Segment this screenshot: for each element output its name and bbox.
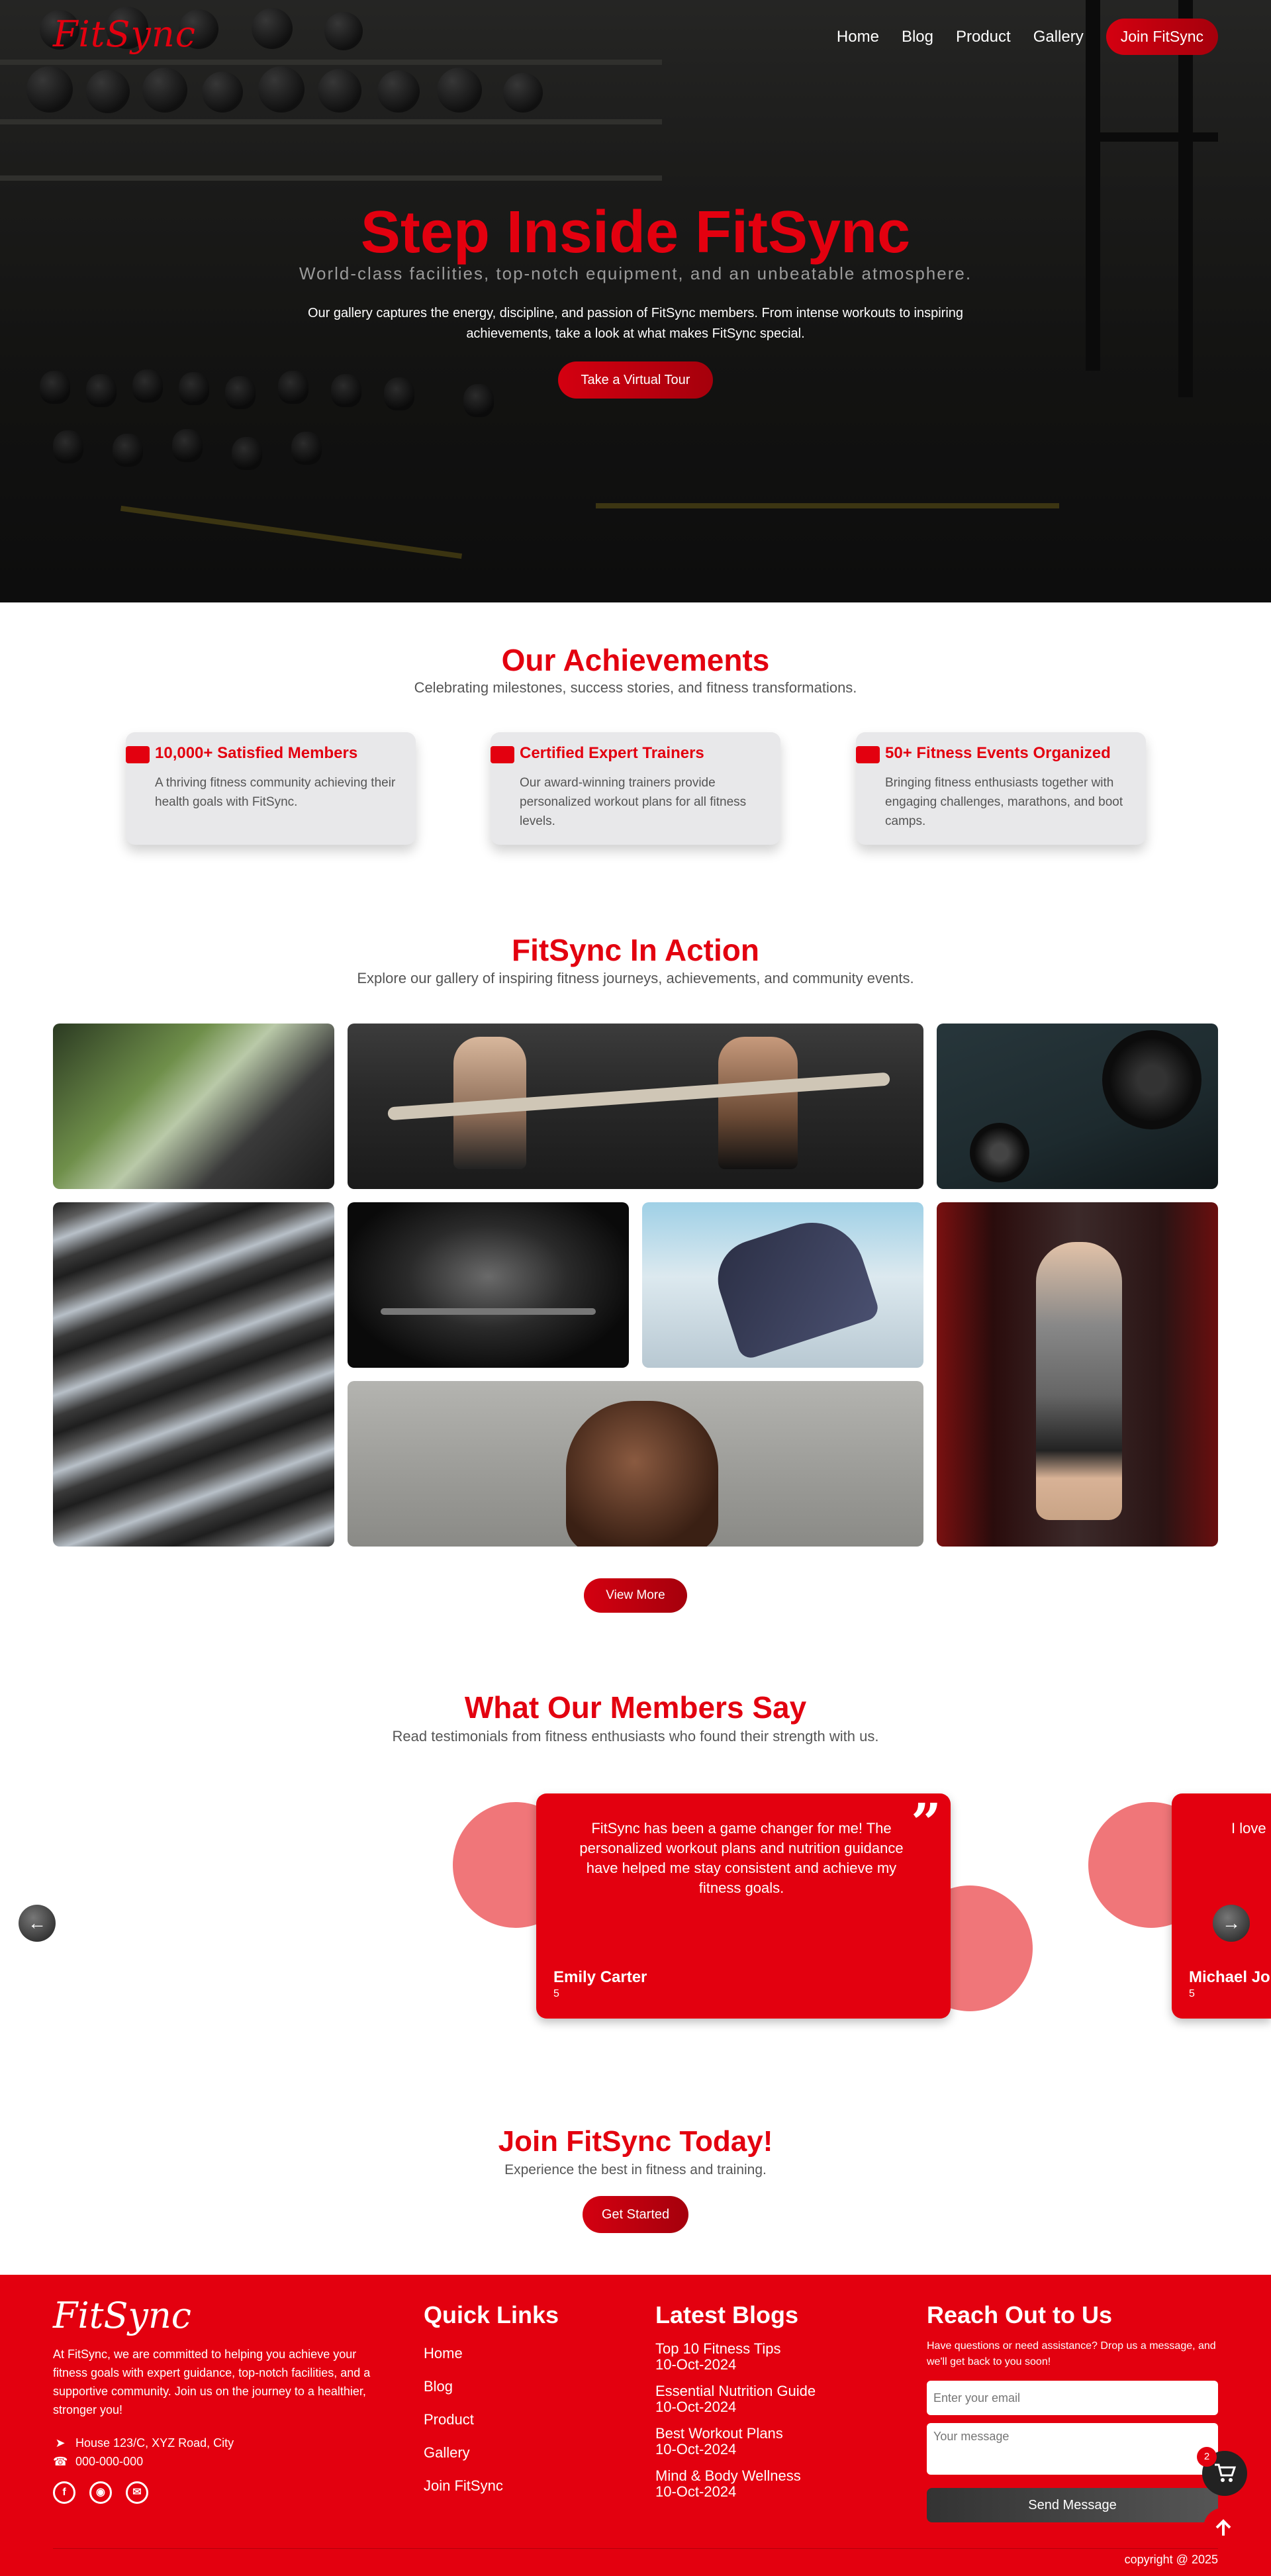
hero-subtitle: World-class facilities, top-notch equipm… — [299, 263, 972, 283]
navbar: FitSync Home Blog Product Gallery Join F… — [0, 0, 1271, 73]
logo[interactable]: FitSync — [53, 13, 196, 55]
flag-icon — [856, 746, 880, 763]
blog-item[interactable]: Essential Nutrition Guide 10-Oct-2024 — [655, 2383, 816, 2415]
reach-out-text: Have questions or need assistance? Drop … — [927, 2340, 1216, 2367]
email-field[interactable] — [927, 2381, 1218, 2415]
testimonial-card: ” FitSync has been a game changer for me… — [536, 1793, 951, 2019]
testimonial-card: I love being part of FitSync. T Michael … — [1172, 1793, 1271, 2019]
blog-item[interactable]: Top 10 Fitness Tips 10-Oct-2024 — [655, 2341, 781, 2373]
flag-icon — [126, 746, 150, 763]
gallery-image-battle-ropes[interactable] — [348, 1024, 923, 1189]
nav-product[interactable]: Product — [956, 28, 1011, 46]
phone-icon: ☎ — [53, 2455, 68, 2468]
footer-divider — [53, 2548, 1218, 2549]
gallery-image-muscle-man[interactable] — [348, 1381, 923, 1547]
achievement-card: 50+ Fitness Events Organized Bringing fi… — [856, 732, 1146, 845]
nav-home[interactable]: Home — [837, 28, 879, 46]
arrow-up-icon — [1215, 2519, 1231, 2536]
hero-section — [0, 0, 1271, 602]
achievement-title: Certified Expert Trainers — [520, 744, 704, 762]
testimonial-text: I love being part of FitSync. T — [1231, 1820, 1271, 1837]
achievement-title: 10,000+ Satisfied Members — [155, 744, 358, 762]
virtual-tour-button[interactable]: Take a Virtual Tour — [558, 361, 713, 399]
footer: FitSync At FitSync, we are committed to … — [0, 2275, 1271, 2576]
gallery-image-woman-training[interactable] — [642, 1202, 923, 1368]
blog-item[interactable]: Best Workout Plans 10-Oct-2024 — [655, 2426, 783, 2457]
gallery-image-barbell[interactable] — [937, 1024, 1218, 1189]
cart-icon — [1215, 2463, 1236, 2482]
send-message-button[interactable]: Send Message — [927, 2488, 1218, 2522]
footer-link-home[interactable]: Home — [424, 2345, 463, 2362]
scroll-to-top-button[interactable] — [1203, 2508, 1243, 2548]
achievements-title: Our Achievements — [501, 643, 770, 677]
view-more-button[interactable]: View More — [584, 1578, 687, 1613]
achievement-text: Our award-winning trainers provide perso… — [520, 776, 747, 828]
footer-link-gallery[interactable]: Gallery — [424, 2444, 470, 2461]
copyright: copyright @ 2025 — [1124, 2553, 1218, 2566]
cta-title: Join FitSync Today! — [498, 2125, 773, 2158]
nav-gallery[interactable]: Gallery — [1033, 28, 1084, 46]
achievement-card: 10,000+ Satisfied Members A thriving fit… — [126, 732, 416, 845]
location-arrow-icon: ➤ — [55, 2436, 66, 2450]
facebook-icon[interactable]: f — [53, 2481, 75, 2504]
testimonial-text: FitSync has been a game changer for me! … — [579, 1820, 904, 1896]
achievement-text: A thriving fitness community achieving t… — [155, 776, 396, 809]
footer-link-blog[interactable]: Blog — [424, 2378, 453, 2395]
testimonials-title: What Our Members Say — [464, 1690, 807, 1725]
get-started-button[interactable]: Get Started — [583, 2196, 688, 2233]
message-field[interactable] — [927, 2423, 1218, 2475]
quick-links-title: Quick Links — [424, 2301, 559, 2328]
achievement-text: Bringing fitness enthusiasts together wi… — [885, 776, 1123, 828]
gallery-image-kettlebell-woman[interactable] — [937, 1202, 1218, 1547]
footer-phone: ☎ 000-000-000 — [53, 2455, 144, 2468]
achievements-subtitle: Celebrating milestones, success stories,… — [414, 679, 857, 696]
achievement-title: 50+ Fitness Events Organized — [885, 744, 1111, 762]
nav-menu: Home Blog Product Gallery Join FitSync — [837, 19, 1218, 55]
instagram-icon[interactable]: ◉ — [89, 2481, 112, 2504]
flag-icon — [491, 746, 514, 763]
cta-subtitle: Experience the best in fitness and train… — [504, 2162, 767, 2177]
latest-blogs-title: Latest Blogs — [655, 2301, 799, 2328]
join-button[interactable]: Join FitSync — [1106, 19, 1218, 55]
next-arrow-icon[interactable]: → — [1213, 1905, 1250, 1942]
prev-arrow-icon[interactable]: ← — [19, 1905, 56, 1942]
footer-logo[interactable]: FitSync — [53, 2295, 191, 2336]
hero-title: Step Inside FitSync — [360, 199, 911, 265]
gallery-title: FitSync In Action — [512, 933, 759, 967]
footer-link-product[interactable]: Product — [424, 2411, 474, 2428]
footer-address: ➤ House 123/C, XYZ Road, City — [53, 2436, 234, 2450]
achievement-card: Certified Expert Trainers Our award-winn… — [491, 732, 780, 845]
cart-button[interactable]: 2 — [1197, 2447, 1247, 2496]
quote-icon: ” — [910, 1793, 941, 1854]
gallery-image-treadmill[interactable] — [53, 1024, 334, 1189]
email-icon[interactable]: ✉ — [126, 2481, 148, 2504]
testimonial-rating: 5 — [553, 1988, 559, 1999]
footer-link-join[interactable]: Join FitSync — [424, 2477, 503, 2495]
reach-out-title: Reach Out to Us — [927, 2301, 1113, 2328]
blog-item[interactable]: Mind & Body Wellness 10-Oct-2024 — [655, 2468, 801, 2500]
testimonials-subtitle: Read testimonials from fitness enthusias… — [392, 1728, 879, 1744]
gallery-subtitle: Explore our gallery of inspiring fitness… — [357, 970, 914, 986]
hero-description: Our gallery captures the energy, discipl… — [307, 306, 964, 341]
testimonial-name: Michael Jo — [1189, 1968, 1270, 1986]
gallery-image-bodybuilder[interactable] — [348, 1202, 629, 1368]
footer-about: At FitSync, we are committed to helping … — [53, 2348, 371, 2416]
testimonial-rating: 5 — [1189, 1988, 1195, 1999]
nav-blog[interactable]: Blog — [902, 28, 933, 46]
gallery-image-dumbbells[interactable] — [53, 1202, 334, 1547]
testimonial-name: Emily Carter — [553, 1968, 647, 1986]
